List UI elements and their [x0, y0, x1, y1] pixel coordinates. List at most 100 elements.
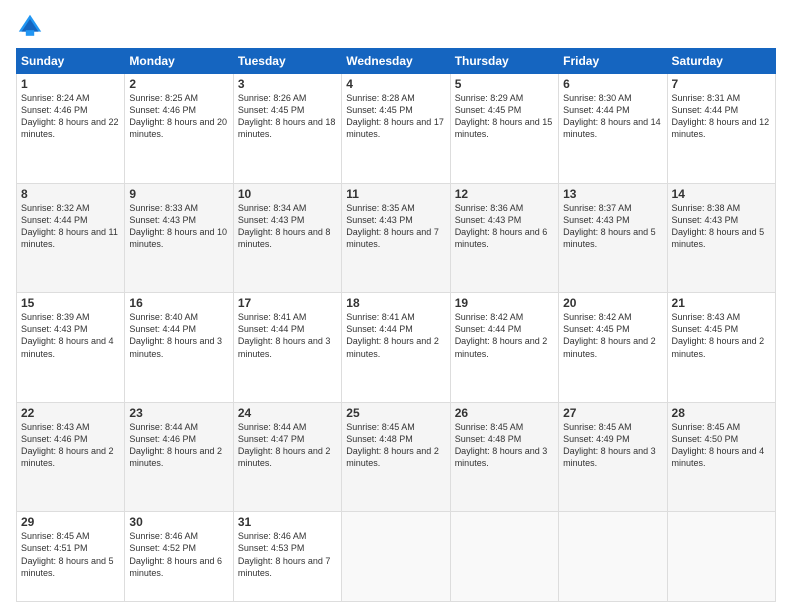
calendar-cell: 12Sunrise: 8:36 AMSunset: 4:43 PMDayligh…	[450, 183, 558, 293]
day-number: 23	[129, 406, 228, 420]
day-info: Sunrise: 8:35 AMSunset: 4:43 PMDaylight:…	[346, 202, 445, 251]
calendar-cell: 16Sunrise: 8:40 AMSunset: 4:44 PMDayligh…	[125, 293, 233, 403]
day-info: Sunrise: 8:32 AMSunset: 4:44 PMDaylight:…	[21, 202, 120, 251]
calendar-cell: 28Sunrise: 8:45 AMSunset: 4:50 PMDayligh…	[667, 402, 775, 512]
day-info: Sunrise: 8:31 AMSunset: 4:44 PMDaylight:…	[672, 92, 771, 141]
col-header-monday: Monday	[125, 49, 233, 74]
day-number: 4	[346, 77, 445, 91]
day-info: Sunrise: 8:46 AMSunset: 4:53 PMDaylight:…	[238, 530, 337, 579]
day-info: Sunrise: 8:28 AMSunset: 4:45 PMDaylight:…	[346, 92, 445, 141]
calendar-week-4: 22Sunrise: 8:43 AMSunset: 4:46 PMDayligh…	[17, 402, 776, 512]
day-info: Sunrise: 8:44 AMSunset: 4:47 PMDaylight:…	[238, 421, 337, 470]
day-number: 1	[21, 77, 120, 91]
day-number: 14	[672, 187, 771, 201]
col-header-sunday: Sunday	[17, 49, 125, 74]
calendar-cell: 23Sunrise: 8:44 AMSunset: 4:46 PMDayligh…	[125, 402, 233, 512]
calendar-cell: 15Sunrise: 8:39 AMSunset: 4:43 PMDayligh…	[17, 293, 125, 403]
calendar-cell	[342, 512, 450, 602]
day-number: 8	[21, 187, 120, 201]
calendar-week-5: 29Sunrise: 8:45 AMSunset: 4:51 PMDayligh…	[17, 512, 776, 602]
calendar-week-1: 1Sunrise: 8:24 AMSunset: 4:46 PMDaylight…	[17, 74, 776, 184]
calendar: SundayMondayTuesdayWednesdayThursdayFrid…	[16, 48, 776, 602]
day-info: Sunrise: 8:40 AMSunset: 4:44 PMDaylight:…	[129, 311, 228, 360]
day-info: Sunrise: 8:42 AMSunset: 4:45 PMDaylight:…	[563, 311, 662, 360]
calendar-cell: 31Sunrise: 8:46 AMSunset: 4:53 PMDayligh…	[233, 512, 341, 602]
calendar-cell: 6Sunrise: 8:30 AMSunset: 4:44 PMDaylight…	[559, 74, 667, 184]
calendar-cell: 2Sunrise: 8:25 AMSunset: 4:46 PMDaylight…	[125, 74, 233, 184]
day-info: Sunrise: 8:39 AMSunset: 4:43 PMDaylight:…	[21, 311, 120, 360]
page: SundayMondayTuesdayWednesdayThursdayFrid…	[0, 0, 792, 612]
day-info: Sunrise: 8:36 AMSunset: 4:43 PMDaylight:…	[455, 202, 554, 251]
day-number: 6	[563, 77, 662, 91]
day-number: 19	[455, 296, 554, 310]
day-number: 22	[21, 406, 120, 420]
col-header-wednesday: Wednesday	[342, 49, 450, 74]
day-info: Sunrise: 8:41 AMSunset: 4:44 PMDaylight:…	[346, 311, 445, 360]
day-info: Sunrise: 8:42 AMSunset: 4:44 PMDaylight:…	[455, 311, 554, 360]
day-number: 20	[563, 296, 662, 310]
day-info: Sunrise: 8:45 AMSunset: 4:49 PMDaylight:…	[563, 421, 662, 470]
day-info: Sunrise: 8:33 AMSunset: 4:43 PMDaylight:…	[129, 202, 228, 251]
day-number: 21	[672, 296, 771, 310]
calendar-cell: 1Sunrise: 8:24 AMSunset: 4:46 PMDaylight…	[17, 74, 125, 184]
day-info: Sunrise: 8:45 AMSunset: 4:50 PMDaylight:…	[672, 421, 771, 470]
day-info: Sunrise: 8:25 AMSunset: 4:46 PMDaylight:…	[129, 92, 228, 141]
day-info: Sunrise: 8:24 AMSunset: 4:46 PMDaylight:…	[21, 92, 120, 141]
calendar-cell	[667, 512, 775, 602]
day-info: Sunrise: 8:45 AMSunset: 4:48 PMDaylight:…	[346, 421, 445, 470]
day-number: 28	[672, 406, 771, 420]
day-number: 17	[238, 296, 337, 310]
col-header-saturday: Saturday	[667, 49, 775, 74]
calendar-cell: 25Sunrise: 8:45 AMSunset: 4:48 PMDayligh…	[342, 402, 450, 512]
day-info: Sunrise: 8:34 AMSunset: 4:43 PMDaylight:…	[238, 202, 337, 251]
calendar-cell: 8Sunrise: 8:32 AMSunset: 4:44 PMDaylight…	[17, 183, 125, 293]
calendar-week-3: 15Sunrise: 8:39 AMSunset: 4:43 PMDayligh…	[17, 293, 776, 403]
day-number: 13	[563, 187, 662, 201]
calendar-cell: 11Sunrise: 8:35 AMSunset: 4:43 PMDayligh…	[342, 183, 450, 293]
logo	[16, 12, 48, 40]
day-info: Sunrise: 8:30 AMSunset: 4:44 PMDaylight:…	[563, 92, 662, 141]
calendar-cell: 20Sunrise: 8:42 AMSunset: 4:45 PMDayligh…	[559, 293, 667, 403]
day-number: 27	[563, 406, 662, 420]
day-number: 11	[346, 187, 445, 201]
calendar-cell: 18Sunrise: 8:41 AMSunset: 4:44 PMDayligh…	[342, 293, 450, 403]
calendar-cell: 14Sunrise: 8:38 AMSunset: 4:43 PMDayligh…	[667, 183, 775, 293]
calendar-cell	[450, 512, 558, 602]
day-info: Sunrise: 8:38 AMSunset: 4:43 PMDaylight:…	[672, 202, 771, 251]
day-info: Sunrise: 8:45 AMSunset: 4:51 PMDaylight:…	[21, 530, 120, 579]
calendar-cell: 27Sunrise: 8:45 AMSunset: 4:49 PMDayligh…	[559, 402, 667, 512]
calendar-cell: 26Sunrise: 8:45 AMSunset: 4:48 PMDayligh…	[450, 402, 558, 512]
day-info: Sunrise: 8:43 AMSunset: 4:46 PMDaylight:…	[21, 421, 120, 470]
day-number: 9	[129, 187, 228, 201]
header	[16, 12, 776, 40]
day-number: 26	[455, 406, 554, 420]
calendar-cell: 29Sunrise: 8:45 AMSunset: 4:51 PMDayligh…	[17, 512, 125, 602]
day-number: 24	[238, 406, 337, 420]
day-info: Sunrise: 8:46 AMSunset: 4:52 PMDaylight:…	[129, 530, 228, 579]
day-number: 29	[21, 515, 120, 529]
day-number: 15	[21, 296, 120, 310]
calendar-cell: 4Sunrise: 8:28 AMSunset: 4:45 PMDaylight…	[342, 74, 450, 184]
calendar-cell: 30Sunrise: 8:46 AMSunset: 4:52 PMDayligh…	[125, 512, 233, 602]
calendar-week-2: 8Sunrise: 8:32 AMSunset: 4:44 PMDaylight…	[17, 183, 776, 293]
day-info: Sunrise: 8:44 AMSunset: 4:46 PMDaylight:…	[129, 421, 228, 470]
day-info: Sunrise: 8:29 AMSunset: 4:45 PMDaylight:…	[455, 92, 554, 141]
col-header-tuesday: Tuesday	[233, 49, 341, 74]
day-info: Sunrise: 8:37 AMSunset: 4:43 PMDaylight:…	[563, 202, 662, 251]
day-number: 18	[346, 296, 445, 310]
calendar-cell: 13Sunrise: 8:37 AMSunset: 4:43 PMDayligh…	[559, 183, 667, 293]
calendar-cell: 17Sunrise: 8:41 AMSunset: 4:44 PMDayligh…	[233, 293, 341, 403]
day-info: Sunrise: 8:41 AMSunset: 4:44 PMDaylight:…	[238, 311, 337, 360]
col-header-friday: Friday	[559, 49, 667, 74]
calendar-cell: 5Sunrise: 8:29 AMSunset: 4:45 PMDaylight…	[450, 74, 558, 184]
day-number: 31	[238, 515, 337, 529]
day-info: Sunrise: 8:45 AMSunset: 4:48 PMDaylight:…	[455, 421, 554, 470]
col-header-thursday: Thursday	[450, 49, 558, 74]
calendar-cell: 10Sunrise: 8:34 AMSunset: 4:43 PMDayligh…	[233, 183, 341, 293]
logo-icon	[16, 12, 44, 40]
day-number: 3	[238, 77, 337, 91]
day-number: 5	[455, 77, 554, 91]
calendar-cell: 3Sunrise: 8:26 AMSunset: 4:45 PMDaylight…	[233, 74, 341, 184]
calendar-cell: 7Sunrise: 8:31 AMSunset: 4:44 PMDaylight…	[667, 74, 775, 184]
calendar-cell: 19Sunrise: 8:42 AMSunset: 4:44 PMDayligh…	[450, 293, 558, 403]
